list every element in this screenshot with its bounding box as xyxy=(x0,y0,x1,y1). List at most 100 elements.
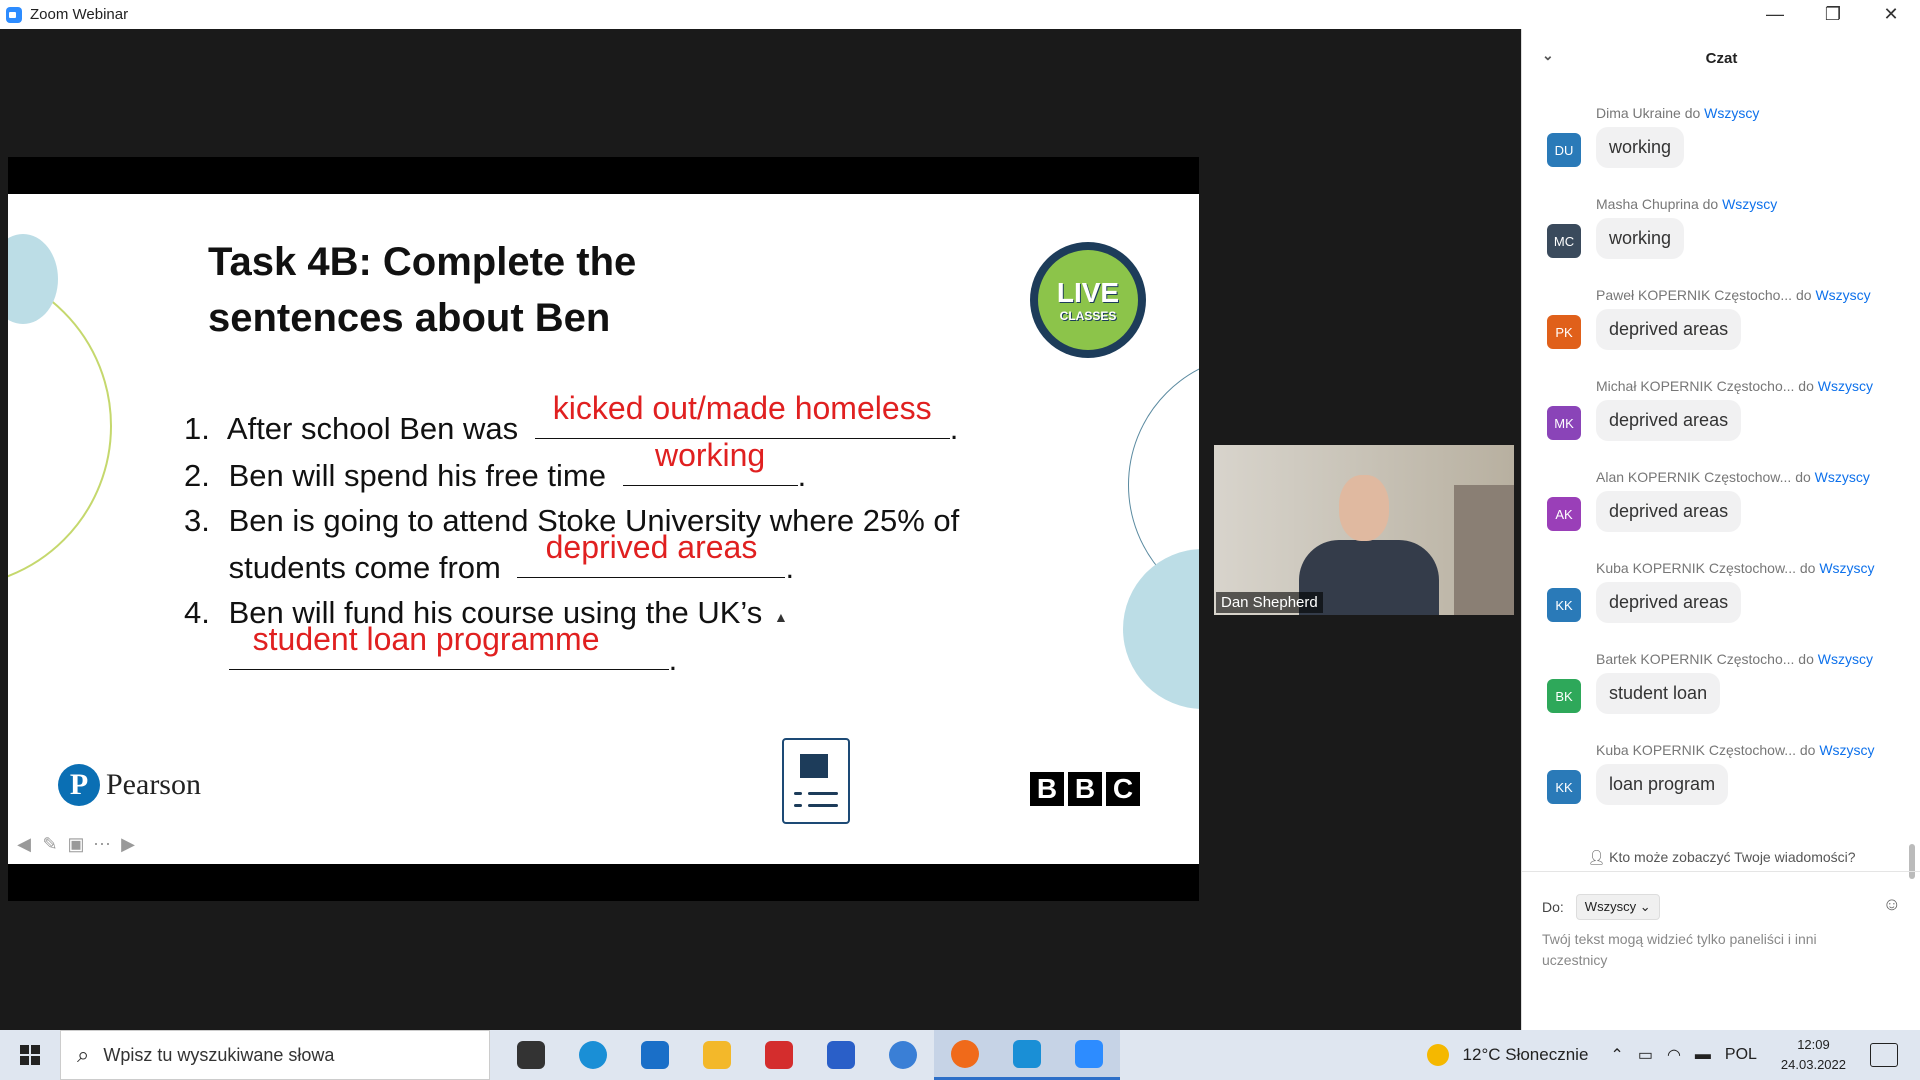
answer-text: working xyxy=(654,437,766,473)
chevron-down-icon[interactable]: ⌄ xyxy=(1542,47,1554,64)
presentation-slide: Task 4B: Complete the sentences about Be… xyxy=(8,194,1199,864)
chat-message: KK Kuba KOPERNIK Częstochow... do Wszyscy… xyxy=(1522,556,1920,647)
item-number: 3. xyxy=(184,503,210,538)
taskbar: ⌕ Wpisz tu wyszukiwane słowa 12°C Słonec… xyxy=(0,1030,1920,1080)
item-punct: . xyxy=(797,458,807,493)
message-sender: Alan KOPERNIK Częstochow... do Wszyscy xyxy=(1596,469,1870,485)
meet-icon[interactable]: ▭ xyxy=(1638,1045,1653,1065)
firefox-icon xyxy=(951,1039,979,1068)
avatar: MK xyxy=(1547,406,1581,440)
close-button[interactable]: ✕ xyxy=(1862,0,1920,29)
minimize-button[interactable]: — xyxy=(1746,0,1804,29)
search-placeholder: Wpisz tu wyszukiwane słowa xyxy=(103,1044,335,1065)
next-slide-icon[interactable]: ▶ xyxy=(118,834,138,854)
slide-title-line: sentences about Ben xyxy=(208,296,611,340)
pearson-p-icon: P xyxy=(58,764,100,806)
chat-message: DU Dima Ukraine do Wszyscy working xyxy=(1522,101,1920,192)
store-taskbar-button[interactable] xyxy=(810,1030,872,1080)
emoji-icon[interactable]: ☺ xyxy=(1883,894,1901,915)
chat-input[interactable]: Twój tekst mogą widzieć tylko paneliści … xyxy=(1542,929,1882,971)
edge-icon xyxy=(579,1041,607,1069)
bbc-letter: C xyxy=(1106,772,1140,806)
weather-text[interactable]: 12°C Słonecznie xyxy=(1463,1045,1589,1065)
item-text: After school Ben was xyxy=(226,411,519,446)
message-bubble[interactable]: deprived areas xyxy=(1596,491,1742,532)
chat-scrollbar[interactable] xyxy=(1909,119,1915,879)
chat-header: ⌄ Czat xyxy=(1522,29,1920,87)
item-text: Ben will spend his free time xyxy=(228,458,606,493)
slides-grid-icon[interactable]: ▣ xyxy=(66,834,86,854)
mail-taskbar-button[interactable] xyxy=(624,1030,686,1080)
message-bubble[interactable]: deprived areas xyxy=(1596,400,1742,441)
message-bubble[interactable]: working xyxy=(1596,127,1685,168)
firefox-taskbar-button[interactable] xyxy=(934,1030,996,1080)
bbc-letter: B xyxy=(1030,772,1064,806)
chat-messages: DU Dima Ukraine do Wszyscy working MC Masha … xyxy=(1522,87,1920,842)
slide-toolbar: ◀ ✎ ▣ ⋯ ▶ xyxy=(14,834,138,854)
prev-slide-icon[interactable]: ◀ xyxy=(14,834,34,854)
taskbar-search[interactable]: ⌕ Wpisz tu wyszukiwane słowa xyxy=(60,1030,490,1080)
chrome-taskbar-button[interactable] xyxy=(872,1030,934,1080)
item-number: 1. xyxy=(184,411,210,446)
chat-message: PK Paweł KOPERNIK Częstocho... do Wszyscy… xyxy=(1522,283,1920,374)
logo-text: CLASSES xyxy=(1059,309,1117,323)
message-sender: Kuba KOPERNIK Częstochow... do Wszyscy xyxy=(1596,742,1875,758)
edge-taskbar-button[interactable] xyxy=(562,1030,624,1080)
list-item: 2. Ben will spend his free time working. xyxy=(184,437,959,498)
list-item: 1. After school Ben was kicked out/made … xyxy=(184,390,959,451)
message-sender: Paweł KOPERNIK Częstocho... do Wszyscy xyxy=(1596,287,1871,303)
gift-app-taskbar-button[interactable] xyxy=(748,1030,810,1080)
clock[interactable]: 12:09 24.03.2022 xyxy=(1781,1035,1846,1075)
camera-app-taskbar-button[interactable] xyxy=(996,1030,1058,1080)
more-options-icon[interactable]: ⋯ xyxy=(92,834,112,854)
message-bubble[interactable]: working xyxy=(1596,218,1685,259)
zoom-icon xyxy=(1075,1039,1103,1068)
task-view-taskbar-button[interactable] xyxy=(500,1030,562,1080)
wifi-icon[interactable]: ◠ xyxy=(1667,1045,1681,1065)
zoom-app-icon xyxy=(6,6,22,23)
camera-app-icon xyxy=(1013,1039,1041,1068)
zoom-taskbar-button[interactable] xyxy=(1058,1030,1120,1080)
window-title: Zoom Webinar xyxy=(30,6,129,23)
to-label: Do: xyxy=(1542,899,1564,915)
message-sender: Bartek KOPERNIK Częstocho... do Wszyscy xyxy=(1596,651,1873,667)
task-view-icon xyxy=(517,1041,545,1069)
message-sender: Dima Ukraine do Wszyscy xyxy=(1596,105,1760,121)
bbc-logo: B B C xyxy=(1030,772,1140,806)
avatar: PK xyxy=(1547,315,1581,349)
document-icon xyxy=(782,738,850,824)
chat-message: MK Michał KOPERNIK Częstocho... do Wszysc… xyxy=(1522,374,1920,465)
notification-icon[interactable] xyxy=(1870,1043,1898,1067)
item-punct: . xyxy=(785,550,795,585)
item-text: students come from xyxy=(228,550,501,585)
language-indicator[interactable]: POL xyxy=(1725,1046,1757,1064)
taskbar-apps xyxy=(500,1030,1120,1080)
person-icon: 👤︎ xyxy=(1587,849,1610,865)
decorative-circle xyxy=(1123,549,1199,709)
chat-message: AK Alan KOPERNIK Częstochow... do Wszyscy… xyxy=(1522,465,1920,556)
file-explorer-taskbar-button[interactable] xyxy=(686,1030,748,1080)
slide-title-line: Task 4B: Complete the xyxy=(208,240,637,284)
start-button[interactable] xyxy=(0,1030,60,1080)
chrome-icon xyxy=(889,1041,917,1069)
answer-text: kicked out/made homeless xyxy=(552,390,932,426)
live-classes-logo: LIVE CLASSES xyxy=(1030,242,1146,358)
message-sender: Kuba KOPERNIK Częstochow... do Wszyscy xyxy=(1596,560,1875,576)
item-punct: . xyxy=(949,411,959,446)
chat-message: MC Masha Chuprina do Wszyscy working xyxy=(1522,192,1920,283)
restore-button[interactable]: ❐ xyxy=(1804,0,1862,29)
recipient-select[interactable]: Wszyscy ⌄ xyxy=(1575,894,1660,920)
mail-icon xyxy=(641,1041,669,1069)
message-bubble[interactable]: deprived areas xyxy=(1596,582,1742,623)
message-bubble[interactable]: student loan xyxy=(1596,673,1721,714)
message-bubble[interactable]: deprived areas xyxy=(1596,309,1742,350)
chevron-up-icon[interactable]: ⌃ xyxy=(1610,1045,1623,1065)
participant-video[interactable]: Dan Shepherd xyxy=(1214,445,1514,615)
battery-icon[interactable]: ▬ xyxy=(1695,1046,1711,1064)
message-bubble[interactable]: loan program xyxy=(1596,764,1729,805)
pen-icon[interactable]: ✎ xyxy=(40,834,60,854)
avatar: MC xyxy=(1547,224,1581,258)
store-icon xyxy=(827,1041,855,1069)
item-punct: . xyxy=(668,642,678,677)
privacy-link[interactable]: 👤︎ Kto może zobaczyć Twoje wiadomości? xyxy=(1522,849,1920,866)
